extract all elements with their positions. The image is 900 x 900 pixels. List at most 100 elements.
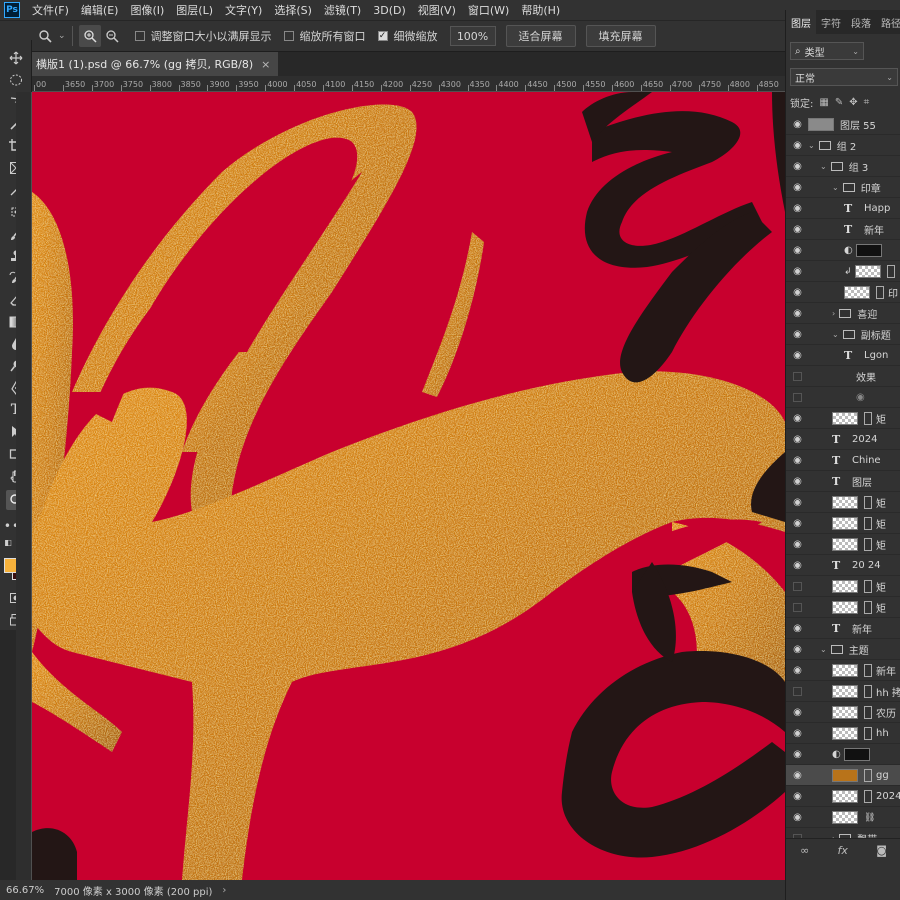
eye-icon[interactable]: ◉ <box>792 140 803 151</box>
layer-row[interactable]: ◉ ⌄ 副标题 <box>786 324 900 345</box>
menu-select[interactable]: 选择(S) <box>268 2 318 18</box>
menu-window[interactable]: 窗口(W) <box>462 2 515 18</box>
default-colors-icon[interactable]: ◧ <box>2 536 14 548</box>
layer-row[interactable]: ◉ T 2024 <box>786 429 900 450</box>
blend-mode-select[interactable]: 正常 ⌄ <box>790 68 898 86</box>
menu-view[interactable]: 视图(V) <box>412 2 462 18</box>
menu-file[interactable]: 文件(F) <box>26 2 75 18</box>
layer-row[interactable]: ◉ › 喜迎 <box>786 303 900 324</box>
eye-icon[interactable]: ◉ <box>792 308 803 319</box>
eye-icon[interactable]: ◉ <box>792 539 803 550</box>
link-layers-icon[interactable]: ∞ <box>800 844 809 857</box>
layer-row[interactable]: ◉ 矩 <box>786 513 900 534</box>
menu-3d[interactable]: 3D(D) <box>367 4 412 17</box>
expand-arrow-icon[interactable]: ⌄ <box>820 645 827 654</box>
eye-icon[interactable]: ◉ <box>792 413 803 424</box>
layer-row[interactable]: ◉ ⌄ 组 3 <box>786 156 900 177</box>
eye-hidden-icon[interactable] <box>792 581 803 592</box>
checkbox-icon[interactable] <box>134 31 145 41</box>
layer-row[interactable]: ◉ 矩 <box>786 408 900 429</box>
layer-row[interactable]: ◉ ⌄ 组 2 <box>786 135 900 156</box>
zoom-out-icon[interactable] <box>101 25 123 47</box>
checkbox-icon[interactable] <box>283 31 294 41</box>
layer-row[interactable]: 效果 <box>786 366 900 387</box>
zoom-all-checkbox[interactable]: 缩放所有窗口 <box>283 28 366 44</box>
eye-icon[interactable]: ◉ <box>792 644 803 655</box>
fx-icon[interactable]: fx <box>838 844 848 857</box>
layer-row[interactable]: ◉ ⌄ 主题 <box>786 639 900 660</box>
scrubby-zoom-checkbox[interactable]: ✓ 细微缩放 <box>377 28 438 44</box>
expand-arrow-icon[interactable]: ⌄ <box>832 183 839 192</box>
fill-screen-button[interactable]: 填充屏幕 <box>585 25 656 47</box>
document-tab[interactable]: 横版1 (1).psd @ 66.7% (gg 拷贝, RGB/8) × <box>32 52 279 76</box>
eye-icon[interactable]: ◉ <box>792 623 803 634</box>
menu-edit[interactable]: 编辑(E) <box>75 2 125 18</box>
layer-row[interactable]: ◉ T 图层 <box>786 471 900 492</box>
menu-image[interactable]: 图像(I) <box>124 2 170 18</box>
fit-screen-button[interactable]: 适合屏幕 <box>505 25 576 47</box>
eye-icon[interactable]: ◉ <box>792 224 803 235</box>
add-mask-icon[interactable]: ◙ <box>876 844 887 857</box>
zoom-level[interactable]: 66.67% <box>6 885 44 896</box>
zoom-tool-preset-icon[interactable] <box>34 25 56 47</box>
layer-row[interactable]: ◉ hh <box>786 723 900 744</box>
layer-row[interactable]: ◉ T 新年 <box>786 219 900 240</box>
eye-icon[interactable]: ◉ <box>792 119 803 130</box>
expand-arrow-icon[interactable]: ⌄ <box>820 162 827 171</box>
eye-icon[interactable]: ◉ <box>792 497 803 508</box>
layer-row[interactable]: ◉ gg <box>786 765 900 786</box>
eye-icon[interactable]: ◉ <box>792 812 803 823</box>
layer-row[interactable]: ◉ T 20 24 <box>786 555 900 576</box>
layer-row[interactable]: ◉ 矩 <box>786 534 900 555</box>
eye-hidden-icon[interactable] <box>792 686 803 697</box>
layer-row[interactable]: ◉ T Chine <box>786 450 900 471</box>
eye-icon[interactable]: ◉ <box>792 182 803 193</box>
layer-row[interactable]: 矩 <box>786 597 900 618</box>
eye-icon[interactable]: ◉ <box>792 287 803 298</box>
tab-paragraph[interactable]: 段落 <box>846 10 876 34</box>
eye-hidden-icon[interactable] <box>792 371 803 382</box>
eye-icon[interactable]: ◉ <box>792 245 803 256</box>
eye-hidden-icon[interactable] <box>792 392 803 403</box>
eye-icon[interactable]: ◉ <box>792 266 803 277</box>
eye-icon[interactable]: ◉ <box>792 518 803 529</box>
eye-hidden-icon[interactable] <box>792 602 803 613</box>
layer-row[interactable]: hh 拷 <box>786 681 900 702</box>
layer-filter-select[interactable]: ⌕ 类型 ⌄ <box>790 42 864 60</box>
layer-row[interactable]: ◉ ↲ <box>786 261 900 282</box>
layer-row[interactable]: ◉ 矩 <box>786 492 900 513</box>
lock-position-icon[interactable]: ✥ <box>849 97 857 108</box>
layer-row[interactable]: ◉ 新年 <box>786 660 900 681</box>
menu-type[interactable]: 文字(Y) <box>219 2 268 18</box>
layer-row[interactable]: ◉ ⌄ 印章 <box>786 177 900 198</box>
eye-icon[interactable]: ◉ <box>792 749 803 760</box>
layer-row[interactable]: ◉ ⛓ <box>786 807 900 828</box>
eye-icon[interactable]: ◉ <box>792 791 803 802</box>
eye-icon[interactable]: ◉ <box>792 665 803 676</box>
layer-row[interactable]: ◉ <box>786 387 900 408</box>
expand-arrow-icon[interactable]: › <box>832 309 835 318</box>
layer-row[interactable]: ◉ ◐ <box>786 240 900 261</box>
eye-icon[interactable]: ◉ <box>792 476 803 487</box>
layer-row[interactable]: ◉ T Lgon <box>786 345 900 366</box>
expand-arrow-icon[interactable]: ⌄ <box>832 330 839 339</box>
eye-icon[interactable]: ◉ <box>792 560 803 571</box>
menu-filter[interactable]: 滤镜(T) <box>318 2 367 18</box>
menu-layer[interactable]: 图层(L) <box>170 2 219 18</box>
move-tool-icon[interactable] <box>6 48 26 68</box>
close-icon[interactable]: × <box>261 58 270 71</box>
layer-row[interactable]: ◉ 2024 <box>786 786 900 807</box>
status-menu-icon[interactable]: › <box>222 885 226 896</box>
resize-windows-checkbox[interactable]: 调整窗口大小以满屏显示 <box>134 28 272 44</box>
tab-paths[interactable]: 路径 <box>876 10 900 34</box>
expand-arrow-icon[interactable]: ⌄ <box>808 141 815 150</box>
lock-artboard-icon[interactable]: ⌗ <box>864 97 870 108</box>
eye-icon[interactable]: ◉ <box>792 728 803 739</box>
canvas[interactable] <box>32 92 785 880</box>
eye-icon[interactable]: ◉ <box>792 434 803 445</box>
lock-paint-icon[interactable]: ✎ <box>835 97 843 108</box>
eye-icon[interactable]: ◉ <box>792 350 803 361</box>
layer-row[interactable]: ◉ ◐ <box>786 744 900 765</box>
tab-layers[interactable]: 图层 <box>786 10 816 34</box>
eye-icon[interactable]: ◉ <box>792 707 803 718</box>
